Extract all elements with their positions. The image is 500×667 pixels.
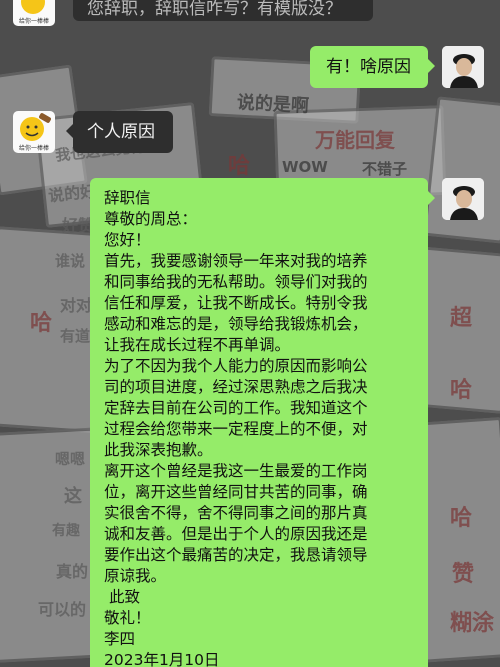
letter-line: 司的项目进度，经过深思熟虑之后我决 [104, 378, 368, 396]
letter-line: 为了不因为我个人能力的原因而影响公 [104, 357, 368, 375]
user-message-text: 有！啥原因 [326, 57, 411, 77]
letter-line: 离开这个曾经是我这一生最爱的工作岗 [104, 462, 368, 480]
letter-greeting: 您好！ [104, 231, 151, 249]
letter-line: 诚和友善。但是出于个人的原因我还是 [104, 525, 368, 543]
letter-line: 感动和难忘的是，领导给我锻炼机会， [104, 315, 368, 333]
bot-message[interactable]: 个人原因 [66, 111, 173, 153]
letter-line: 定辞去目前在公司的工作。我知道这个 [104, 399, 368, 417]
person-cap-photo-icon [442, 46, 484, 88]
letter-line: 原谅我。 [104, 567, 167, 585]
letter-signature: 李四 [104, 630, 136, 648]
letter-line: 信任和厚爱，让我不断成长。特别令我 [104, 294, 368, 312]
letter-line: 过程会给您带来一定程度上的不便，对 [104, 420, 368, 438]
bot-avatar[interactable]: 给你一棒棒 [13, 111, 55, 153]
letter-title: 辞职信 [104, 189, 151, 207]
letter-closing: 此致 [104, 588, 140, 606]
user-avatar[interactable] [442, 46, 484, 88]
bot-message-partial[interactable]: 您辞职，辞职信咋写？有模版没？ [73, 0, 373, 21]
bot-avatar-caption: 给你一棒棒 [18, 18, 49, 25]
bot-avatar-caption: 给你一棒棒 [18, 145, 49, 152]
letter-regards: 敬礼！ [104, 609, 151, 627]
bot-avatar[interactable]: 给你一棒棒 [13, 0, 55, 26]
letter-line: 实很舍不得，舍不得同事之间的那片真 [104, 504, 368, 522]
letter-date: 2023年1月10日 [104, 651, 220, 667]
user-message[interactable]: 有！啥原因 [310, 46, 435, 88]
person-cap-photo-icon [442, 178, 484, 220]
letter-line: 让我在成长过程不再单调。 [104, 336, 291, 354]
letter-line: 和同事给我的无私帮助。领导们对我的 [104, 273, 368, 291]
letter-salutation: 尊敬的周总： [104, 210, 198, 228]
user-avatar[interactable] [442, 178, 484, 220]
resignation-letter: 辞职信 尊敬的周总： 您好！ 首先，我要感谢领导一年来对我的培养 和同事给我的无… [104, 188, 416, 667]
letter-line: 要作出这个最痛苦的决定，我恳请领导 [104, 546, 368, 564]
bot-message-text: 个人原因 [87, 122, 155, 142]
letter-message[interactable]: 辞职信 尊敬的周总： 您好！ 首先，我要感谢领导一年来对我的培养 和同事给我的无… [90, 178, 435, 667]
letter-line: 首先，我要感谢领导一年来对我的培养 [104, 252, 368, 270]
bot-message-text: 您辞职，辞职信咋写？有模版没？ [87, 0, 342, 19]
letter-line: 位，离开这些曾经同甘共苦的同事，确 [104, 483, 368, 501]
letter-line: 此我深表抱歉。 [104, 441, 213, 459]
